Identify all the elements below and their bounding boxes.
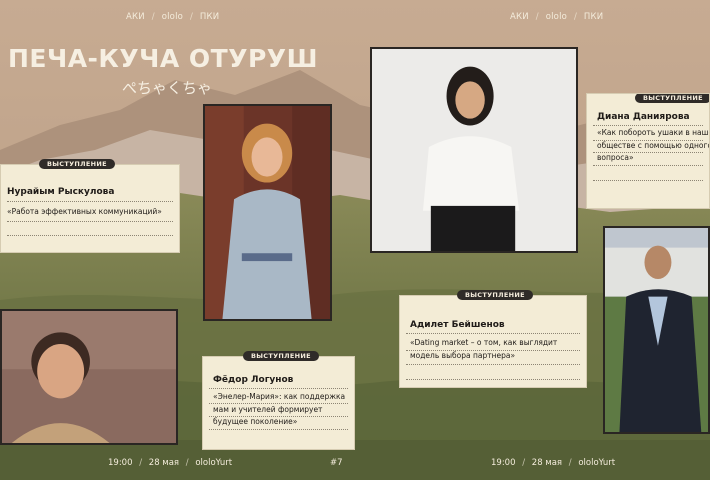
speaker-photo-2 xyxy=(370,47,578,253)
event-subtitle: ぺちゃくちゃ xyxy=(122,79,213,97)
divider xyxy=(209,429,348,430)
event-date: 28 мая xyxy=(148,458,180,468)
talk-badge: ВЫСТУПЛЕНИЕ xyxy=(635,94,709,103)
footer-separator: / xyxy=(568,458,572,468)
event-venue: ololoYurt xyxy=(578,458,616,468)
footer-separator: / xyxy=(522,458,526,468)
speaker-name: Диана Даниярова xyxy=(597,112,690,122)
divider xyxy=(593,165,703,166)
speaker-photo-3 xyxy=(0,309,178,445)
talk-badge: ВЫСТУПЛЕНИЕ xyxy=(39,159,115,169)
speaker-name: Адилет Бейшенов xyxy=(410,320,505,330)
divider xyxy=(209,416,348,417)
event-title: ПЕЧА-КУЧА ОТУРУШ xyxy=(8,44,318,73)
speaker-card-3: ВЫСТУПЛЕНИЕ Адилет Бейшенов «Dating mark… xyxy=(399,290,587,388)
speaker-photo-1 xyxy=(203,104,332,321)
divider xyxy=(406,364,580,365)
event-venue: ololoYurt xyxy=(195,458,233,468)
divider xyxy=(593,152,703,153)
divider xyxy=(209,403,348,404)
talk-title: «Работа эффективных коммуникаций» xyxy=(7,207,162,216)
divider xyxy=(593,140,703,141)
breadcrumb-item[interactable]: АКИ xyxy=(510,12,529,22)
speaker-name: Нурайым Рыскулова xyxy=(7,187,115,197)
speaker-card-4: ВЫСТУПЛЕНИЕ Диана Даниярова «Как поборот… xyxy=(586,93,710,209)
event-date: 28 мая xyxy=(531,458,563,468)
breadcrumb-item[interactable]: ololo xyxy=(546,12,567,22)
divider xyxy=(7,221,173,222)
breadcrumb-item[interactable]: ПКИ xyxy=(200,12,219,22)
divider xyxy=(406,379,580,380)
divider xyxy=(593,180,703,181)
talk-badge: ВЫСТУПЛЕНИЕ xyxy=(457,290,533,300)
breadcrumb-separator: / xyxy=(151,12,155,22)
divider xyxy=(7,201,173,202)
breadcrumb-item[interactable]: ПКИ xyxy=(584,12,603,22)
divider xyxy=(209,388,348,389)
divider xyxy=(406,350,580,351)
breadcrumb-separator: / xyxy=(535,12,539,22)
event-time: 19:00 xyxy=(491,458,516,468)
talk-title: «Как побороть ушаки в нашем обществе с п… xyxy=(597,128,710,162)
breadcrumb-item[interactable]: ololo xyxy=(162,12,183,22)
footer-info-left: 19:00 / 28 мая / ololoYurt xyxy=(108,458,232,468)
event-time: 19:00 xyxy=(108,458,133,468)
footer-separator: / xyxy=(185,458,189,468)
speaker-card-1: ВЫСТУПЛЕНИЕ Нурайым Рыскулова «Работа эф… xyxy=(0,159,180,253)
divider xyxy=(406,333,580,334)
footer-info-right: 19:00 / 28 мая / ololoYurt xyxy=(491,458,615,468)
divider xyxy=(593,125,703,126)
speaker-card-2: ВЫСТУПЛЕНИЕ Фёдор Логунов «Энелер-Мария»… xyxy=(202,351,355,450)
breadcrumb-separator: / xyxy=(189,12,194,22)
talk-badge: ВЫСТУПЛЕНИЕ xyxy=(243,351,319,361)
speaker-photo-4 xyxy=(603,226,710,434)
breadcrumb-separator: / xyxy=(573,12,578,22)
header-breadcrumb-left: АКИ / ololo / ПКИ xyxy=(126,12,219,22)
header-breadcrumb-right: АКИ / ololo / ПКИ xyxy=(510,12,603,22)
footer-separator: / xyxy=(139,458,143,468)
divider xyxy=(7,235,173,236)
page-number: #7 xyxy=(330,458,343,468)
speaker-name: Фёдор Логунов xyxy=(213,375,294,385)
breadcrumb-item[interactable]: АКИ xyxy=(126,12,145,22)
talk-title: «Энелер-Мария»: как поддержка мам и учит… xyxy=(213,392,346,426)
